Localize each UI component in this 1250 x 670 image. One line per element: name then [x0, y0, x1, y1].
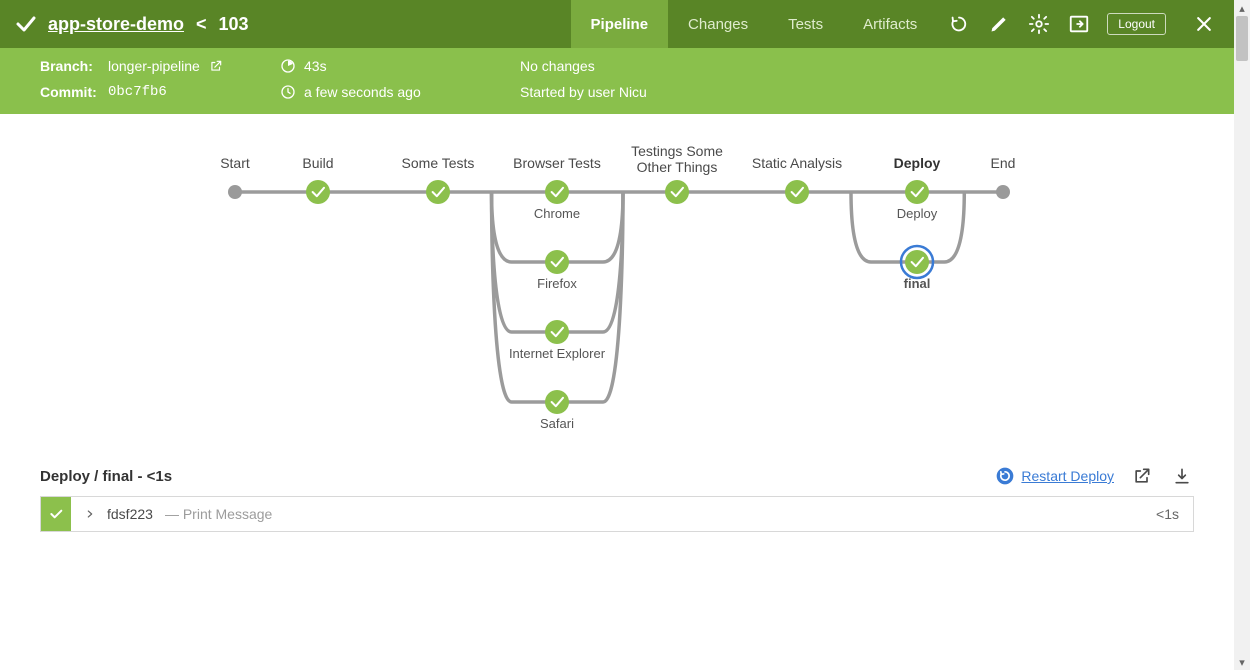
steps-panel: Deploy / final - <1s Restart Deploy	[40, 464, 1194, 532]
svg-text:Chrome: Chrome	[534, 206, 580, 221]
step-duration: <1s	[1142, 506, 1193, 522]
stage-node[interactable]	[545, 180, 569, 204]
terminal-node	[996, 185, 1010, 199]
edit-icon[interactable]	[987, 12, 1011, 36]
step-status-icon	[41, 497, 71, 531]
status-check-icon	[14, 12, 38, 36]
header-tabs: Pipeline Changes Tests Artifacts	[571, 0, 938, 48]
pipeline-graph: Start Build Some Tests Browser Tests Chrome F…	[0, 132, 1234, 452]
run-number: 103	[219, 14, 249, 35]
restart-stage-button[interactable]: Restart Deploy	[995, 466, 1114, 486]
tab-tests[interactable]: Tests	[768, 0, 843, 48]
vertical-scrollbar[interactable]: ▴ ▾	[1234, 0, 1250, 670]
stage-node[interactable]	[905, 250, 929, 274]
duration-value: 43s	[304, 58, 327, 74]
stage-node[interactable]	[545, 250, 569, 274]
restart-label: Restart Deploy	[1021, 468, 1114, 484]
svg-text:Deploy: Deploy	[897, 206, 938, 221]
header-actions: Logout	[947, 12, 1216, 36]
svg-text:Browser Tests: Browser Tests	[513, 155, 601, 171]
clock-icon	[280, 84, 296, 100]
svg-text:Start: Start	[220, 155, 250, 171]
svg-text:Internet Explorer: Internet Explorer	[509, 346, 606, 361]
svg-text:Safari: Safari	[540, 416, 574, 431]
commit-value: 0bc7fb6	[108, 84, 167, 100]
tab-changes[interactable]: Changes	[668, 0, 768, 48]
svg-text:Some Tests: Some Tests	[402, 155, 475, 171]
commit-label: Commit:	[40, 84, 100, 100]
run-details-bar: Branch: longer-pipeline Commit: 0bc7fb6 …	[0, 48, 1234, 114]
stage-node[interactable]	[905, 180, 929, 204]
svg-text:Static Analysis: Static Analysis	[752, 155, 842, 171]
branch-value[interactable]: longer-pipeline	[108, 58, 200, 74]
started-text: Started by user Nicu	[520, 84, 647, 100]
settings-gear-icon[interactable]	[1027, 12, 1051, 36]
scrollbar-thumb[interactable]	[1236, 16, 1248, 61]
tab-pipeline[interactable]: Pipeline	[571, 0, 669, 48]
open-in-new-icon[interactable]	[1130, 464, 1154, 488]
svg-text:Deploy: Deploy	[894, 155, 941, 171]
svg-text:Build: Build	[302, 155, 333, 171]
svg-text:End: End	[991, 155, 1016, 171]
stage-node[interactable]	[665, 180, 689, 204]
stage-node[interactable]	[545, 390, 569, 414]
stage-node[interactable]	[426, 180, 450, 204]
stage-node[interactable]	[785, 180, 809, 204]
chevron-right-icon	[85, 509, 95, 519]
changes-text: No changes	[520, 58, 595, 74]
svg-text:Other Things: Other Things	[637, 159, 718, 175]
duration-icon	[280, 58, 296, 74]
logout-button[interactable]: Logout	[1107, 13, 1166, 35]
steps-title: Deploy / final - <1s	[40, 468, 172, 485]
step-row[interactable]: fdsf223 — Print Message <1s	[40, 496, 1194, 532]
rerun-icon[interactable]	[947, 12, 971, 36]
svg-text:Testings Some: Testings Some	[631, 143, 723, 159]
external-link-icon[interactable]	[208, 58, 224, 74]
scroll-up-icon[interactable]: ▴	[1234, 0, 1250, 16]
download-icon[interactable]	[1170, 464, 1194, 488]
run-separator: <	[194, 14, 209, 35]
job-name-link[interactable]: app-store-demo	[48, 14, 184, 35]
top-bar: app-store-demo < 103 Pipeline Changes Te…	[0, 0, 1234, 48]
goto-classic-icon[interactable]	[1067, 12, 1091, 36]
scroll-down-icon[interactable]: ▾	[1234, 654, 1250, 670]
stage-node[interactable]	[545, 320, 569, 344]
close-icon[interactable]	[1192, 12, 1216, 36]
finished-value: a few seconds ago	[304, 84, 421, 100]
svg-text:final: final	[904, 276, 931, 291]
step-description: — Print Message	[165, 506, 272, 522]
step-name: fdsf223	[107, 506, 153, 522]
terminal-node	[228, 185, 242, 199]
tab-artifacts[interactable]: Artifacts	[843, 0, 937, 48]
branch-label: Branch:	[40, 58, 100, 74]
stage-node[interactable]	[306, 180, 330, 204]
svg-text:Firefox: Firefox	[537, 276, 577, 291]
